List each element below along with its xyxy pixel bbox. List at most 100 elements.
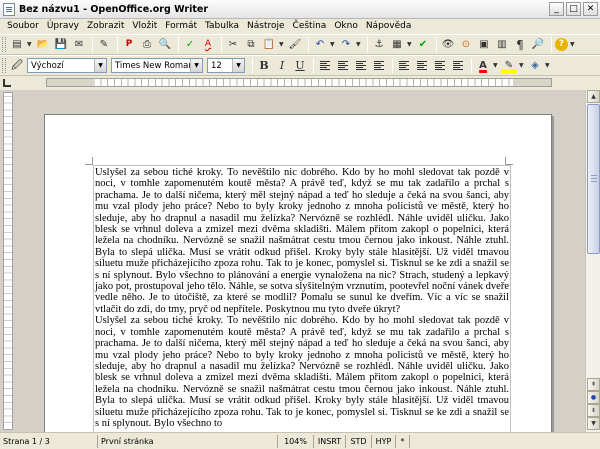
email-icon[interactable]: ✉ [71, 37, 87, 53]
background-color-icon[interactable]: ◈ [527, 58, 543, 74]
zoom-indicator[interactable]: 104% [278, 434, 314, 448]
document-body[interactable]: Uslyšel za sebou tiché kroky. To nevěšti… [94, 166, 510, 429]
menu-upravy[interactable]: Úpravy [43, 21, 83, 31]
paste-icon[interactable]: 📋 [261, 37, 277, 53]
toolbar-separator [308, 37, 309, 52]
scroll-up-button[interactable]: ▲ [587, 90, 600, 103]
vertical-ruler[interactable] [3, 92, 13, 430]
export-pdf-icon[interactable]: P [121, 37, 137, 53]
align-center-button[interactable] [335, 58, 351, 74]
page-preview-icon[interactable]: 🔍 [157, 37, 173, 53]
find-replace-icon[interactable]: 👁 [440, 37, 456, 53]
toolbar-grip[interactable] [2, 58, 6, 73]
spellcheck-icon[interactable]: ✓ [182, 37, 198, 53]
menu-soubor[interactable]: Soubor [3, 21, 43, 31]
font-color-icon[interactable]: A [475, 58, 491, 74]
align-right-button[interactable] [353, 58, 369, 74]
document-page[interactable]: Uslyšel za sebou tiché kroky. To nevěšti… [44, 114, 552, 432]
navigation-button[interactable]: ● [587, 391, 600, 404]
navigator-icon[interactable]: ⊙ [458, 37, 474, 53]
menu-format[interactable]: Formát [161, 21, 201, 31]
print-icon[interactable]: ⎙ [139, 37, 155, 53]
hyperlink-mode-indicator[interactable]: HYP [372, 434, 396, 448]
insert-mode-indicator[interactable]: INSRT [314, 434, 346, 448]
close-button[interactable]: ✕ [583, 2, 598, 16]
undo-dropdown-arrow[interactable]: ▼ [330, 41, 336, 48]
scroll-down-button[interactable]: ▼ [587, 417, 600, 430]
new-dropdown-arrow[interactable]: ▼ [27, 41, 33, 48]
underline-button[interactable]: U [292, 58, 308, 74]
paste-dropdown-arrow[interactable]: ▼ [279, 41, 285, 48]
font-name-select[interactable]: Times New Roman ▼ [111, 58, 203, 73]
selection-mode-indicator[interactable]: STD [346, 434, 372, 448]
copy-icon[interactable]: ⧉ [243, 37, 259, 53]
font-size-select[interactable]: 12 ▼ [207, 58, 245, 73]
ruler-scale[interactable] [46, 78, 552, 87]
align-center-icon [338, 61, 348, 70]
menu-tabulka[interactable]: Tabulka [201, 21, 243, 31]
highlight-icon[interactable]: ✎ [501, 57, 517, 74]
background-color-dropdown-arrow[interactable]: ▼ [545, 62, 551, 69]
text-area[interactable]: Uslyšel za sebou tiché kroky. To nevěšti… [93, 165, 511, 432]
paragraph[interactable]: Uslyšel za sebou tiché kroky. To nevěšti… [95, 167, 509, 315]
minimize-button[interactable]: _ [549, 2, 564, 16]
page-indicator[interactable]: Strana 1 / 3 [0, 434, 98, 448]
paragraph[interactable]: Uslyšel za sebou tiché kroky. To nevěšti… [95, 315, 509, 429]
open-folder-icon[interactable]: 📂 [35, 37, 51, 53]
help-icon[interactable]: ? [555, 38, 568, 51]
gallery-icon[interactable]: ▣ [476, 37, 492, 53]
autospellcheck-icon[interactable]: A [200, 37, 216, 53]
menu-vlozit[interactable]: Vložit [128, 21, 161, 31]
numbering-button[interactable] [396, 58, 412, 74]
paragraph-style-select[interactable]: Výchozí ▼ [27, 58, 107, 73]
decrease-indent-button[interactable] [432, 58, 448, 74]
data-sources-icon[interactable]: ▥ [494, 37, 510, 53]
font-color-dropdown-arrow[interactable]: ▼ [493, 62, 499, 69]
vertical-ruler-ticks [4, 93, 12, 429]
styles-formatting-icon[interactable]: 🖉 [9, 58, 25, 74]
save-icon[interactable]: 💾 [53, 37, 69, 53]
cut-icon[interactable]: ✂ [225, 37, 241, 53]
toolbar-options-arrow[interactable]: ▼ [570, 41, 576, 48]
redo-icon[interactable]: ↷ [338, 37, 354, 53]
redo-dropdown-arrow[interactable]: ▼ [356, 41, 362, 48]
clone-format-icon[interactable]: 🖌 [287, 37, 303, 53]
align-left-button[interactable] [317, 58, 333, 74]
new-document-icon[interactable]: ▤ [9, 37, 25, 53]
toolbar-separator [178, 37, 179, 52]
justify-button[interactable] [371, 58, 387, 74]
text-boundary-corner [85, 157, 93, 165]
scroll-page-up-button[interactable]: ⇞ [587, 378, 600, 391]
menu-napoveda[interactable]: Nápověda [362, 21, 416, 31]
table-icon[interactable]: ▦ [389, 37, 405, 53]
vertical-scrollbar[interactable]: ▲ ⇞ ● ⇟ ▼ [585, 90, 600, 432]
horizontal-ruler[interactable] [0, 76, 600, 89]
highlight-dropdown-arrow[interactable]: ▼ [519, 62, 525, 69]
page-style-indicator[interactable]: První stránka [98, 434, 278, 448]
menu-nastroje[interactable]: Nástroje [243, 21, 289, 31]
toolbar-grip[interactable] [2, 37, 6, 52]
scroll-grip-line [591, 175, 597, 176]
nonprinting-chars-icon[interactable]: ¶ [512, 37, 528, 53]
maximize-button[interactable]: □ [566, 2, 581, 16]
undo-icon[interactable]: ↶ [312, 37, 328, 53]
justify-icon [374, 61, 384, 70]
show-draw-functions-icon[interactable]: ✔ [415, 37, 431, 53]
bullets-button[interactable] [414, 58, 430, 74]
scroll-page-down-button[interactable]: ⇟ [587, 404, 600, 417]
zoom-icon[interactable]: 🔎 [530, 37, 546, 53]
scroll-thumb[interactable] [587, 104, 600, 254]
edit-file-icon[interactable]: ✎ [96, 37, 112, 53]
bold-button[interactable]: B [256, 58, 272, 74]
menu-cestina[interactable]: Čeština [289, 21, 331, 31]
menu-zobrazit[interactable]: Zobrazit [83, 21, 128, 31]
window-controls: _ □ ✕ [549, 2, 598, 16]
toolbar-separator [221, 37, 222, 52]
increase-indent-button[interactable] [450, 58, 466, 74]
tab-stop-type-icon[interactable] [3, 79, 11, 87]
align-right-icon [356, 61, 366, 70]
menu-okno[interactable]: Okno [330, 21, 362, 31]
table-dropdown-arrow[interactable]: ▼ [407, 41, 413, 48]
italic-button[interactable]: I [274, 58, 290, 74]
hyperlink-icon[interactable]: ⚓ [371, 37, 387, 53]
